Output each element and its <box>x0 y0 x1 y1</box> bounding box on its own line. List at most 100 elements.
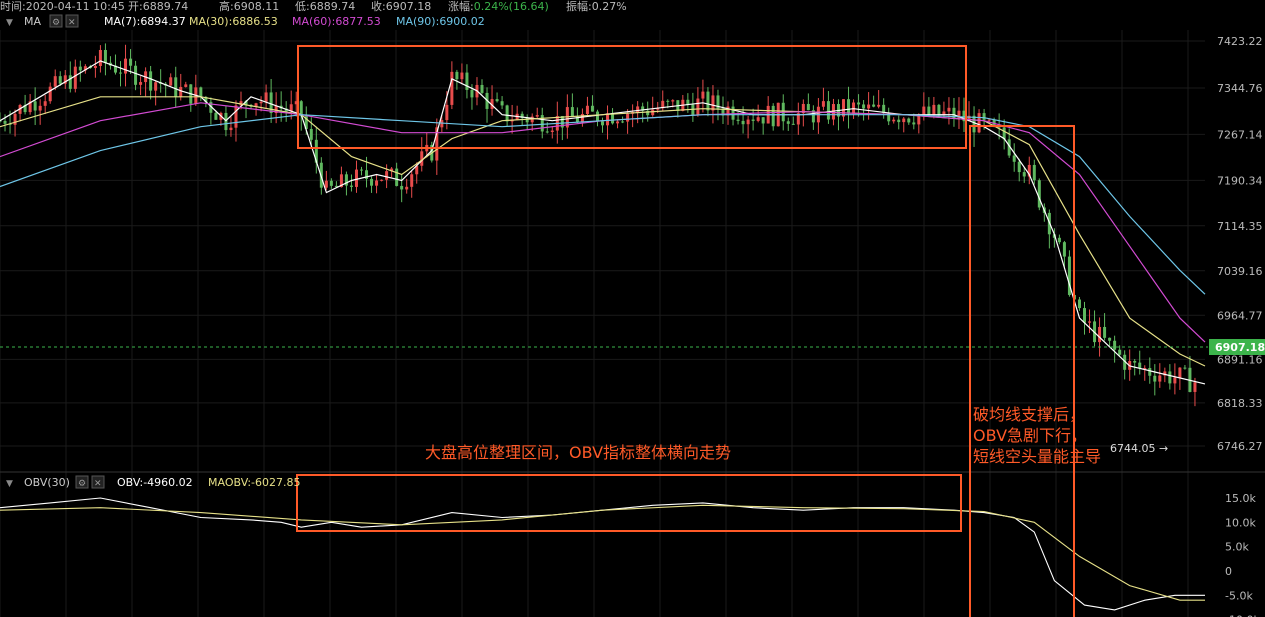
candle-body <box>736 119 740 121</box>
candle-body <box>1098 326 1102 343</box>
candle-body <box>1193 382 1197 392</box>
amplitude-value: 0.27% <box>592 0 627 13</box>
candle-body <box>1158 375 1162 382</box>
candle-body <box>937 104 941 116</box>
ma-legend: ▼ MA ⚙ ✕ MA(7):6894.37 MA(30):6886.53 MA… <box>6 14 485 28</box>
svg-text:✕: ✕ <box>68 18 76 28</box>
candle-body <box>93 65 97 69</box>
breakdown-annotation-line1: 破均线支撑后， <box>973 405 1085 424</box>
candle-body <box>1012 155 1016 162</box>
candle-body <box>806 103 810 111</box>
candle-body <box>199 87 203 97</box>
price-tick-label: 7344.76 <box>1217 82 1263 95</box>
candle-body <box>611 113 615 124</box>
candle-body <box>445 104 449 121</box>
candle-body <box>1062 242 1066 257</box>
candle-body <box>671 100 675 102</box>
candle-body <box>1022 172 1026 177</box>
high-label: 高: <box>219 0 234 13</box>
candle-body <box>912 122 916 125</box>
obv-tick-label: 10.0k <box>1225 516 1256 529</box>
price-tick-label: 6818.33 <box>1217 397 1263 410</box>
svg-text:涨幅:0.24%(16.64): 涨幅:0.24%(16.64) <box>448 0 549 13</box>
candle-body <box>103 49 107 63</box>
svg-text:✕: ✕ <box>94 479 102 489</box>
ma30-value: 6886.53 <box>232 15 278 28</box>
candle-body <box>1168 371 1172 384</box>
obv-collapse-icon: ▼ <box>6 479 13 489</box>
candle-body <box>259 101 263 104</box>
candle-body <box>877 104 881 107</box>
candle-body <box>43 101 47 106</box>
candle-body <box>982 113 986 120</box>
candle-body <box>375 180 379 186</box>
candle-body <box>746 119 750 125</box>
candle-body <box>1113 340 1117 350</box>
price-tick-label: 7423.22 <box>1217 35 1263 48</box>
price-tick-label: 6891.16 <box>1217 353 1263 366</box>
candle-body <box>480 84 484 93</box>
candle-body <box>139 82 143 85</box>
candle-body <box>184 84 188 87</box>
candle-body <box>590 105 594 112</box>
ma-collapse-icon: ▼ <box>6 18 13 28</box>
ohlc-header: 时间:2020-04-11 10:45 开:6889.74 高:6908.11 … <box>0 0 627 13</box>
candle-body <box>395 168 399 186</box>
candle-body <box>68 75 72 89</box>
candle-body <box>922 106 926 115</box>
candle-body <box>229 127 233 131</box>
candle-body <box>58 76 62 84</box>
obv-value: -4960.02 <box>143 476 192 489</box>
obv-label: OBV: <box>117 476 143 489</box>
breakdown-annotation-line2: OBV急剧下行， <box>973 426 1087 445</box>
ma90-label: MA(90): <box>396 15 439 28</box>
candle-body <box>349 185 353 187</box>
time-value: 2020-04-11 10:45 <box>26 0 125 13</box>
candle-body <box>174 77 178 98</box>
candle-body <box>465 72 469 90</box>
candle-body <box>1183 367 1187 369</box>
candle-body <box>666 100 670 102</box>
candle-body <box>932 104 936 115</box>
candle-body <box>580 113 584 123</box>
candle-body <box>329 180 333 186</box>
svg-text:低:6889.74: 低:6889.74 <box>295 0 355 13</box>
obv-legend-name: OBV(30) <box>24 476 70 489</box>
price-tick-label: 6964.77 <box>1217 309 1263 322</box>
candle-body <box>179 86 183 98</box>
price-tick-label: 7039.16 <box>1217 265 1263 278</box>
candle-body <box>902 118 906 123</box>
candle-body <box>601 121 604 126</box>
candle-body <box>48 86 52 102</box>
candle-body <box>826 101 830 120</box>
candle-body <box>706 91 710 111</box>
candle-body <box>38 105 42 111</box>
candle-body <box>124 58 128 74</box>
price-tick-label: 6746.27 <box>1217 440 1263 453</box>
candle-body <box>154 82 158 91</box>
obv-tick-label: -5.0k <box>1225 589 1253 602</box>
candle-body <box>495 99 499 102</box>
svg-text:时间:2020-04-11 10:45: 时间:2020-04-11 10:45 <box>0 0 125 13</box>
maobv-value: -6027.85 <box>251 476 300 489</box>
candle-body <box>606 113 610 126</box>
candle-body <box>400 185 404 190</box>
candle-body <box>470 89 474 98</box>
candle-body <box>98 49 102 66</box>
price-tick-label: 7267.14 <box>1217 128 1263 141</box>
candle-body <box>214 112 218 120</box>
candle-body <box>1108 337 1112 341</box>
candle-body <box>897 119 901 123</box>
candle-body <box>1088 321 1092 323</box>
chart-canvas[interactable]: 7423.22 7344.76 7267.14 7190.34 7114.35 7039.… <box>0 0 1265 617</box>
candle-body <box>761 117 765 124</box>
close-value: 6907.18 <box>386 0 432 13</box>
candle-body <box>385 171 389 180</box>
low-value: 6889.74 <box>310 0 356 13</box>
candle-body <box>53 76 57 87</box>
candle-body <box>1153 375 1157 382</box>
current-price-label: 6907.18 <box>1215 341 1265 354</box>
price-tick-label: 7190.34 <box>1217 174 1263 187</box>
candle-body <box>73 66 77 89</box>
candle-body <box>460 72 464 80</box>
